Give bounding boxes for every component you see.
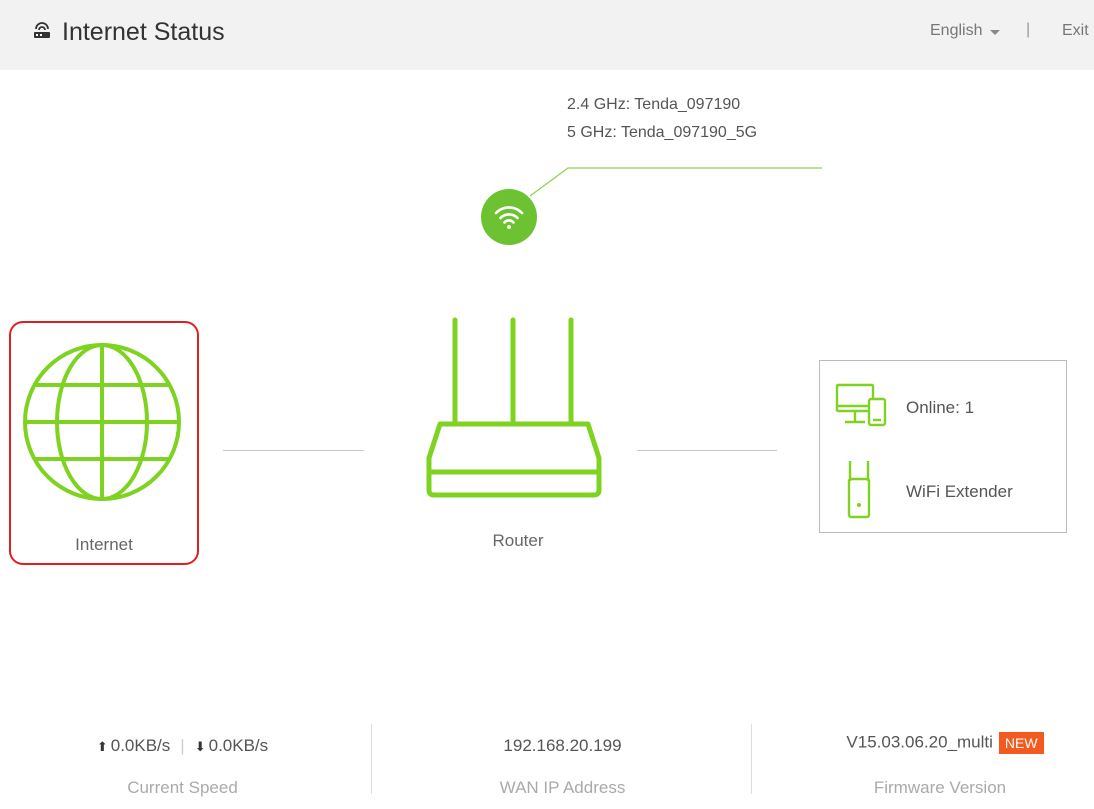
download-speed: 0.0KB/s <box>208 736 269 755</box>
router-devices-line <box>637 450 777 451</box>
chevron-down-icon <box>990 29 1001 35</box>
router-icon <box>426 317 602 498</box>
devices-panel[interactable]: Online: 1 WiFi Extender <box>819 360 1067 533</box>
header-bar: Internet Status English | Exit <box>0 0 1094 70</box>
current-speed-label: Current Speed <box>127 778 238 797</box>
wifi-icon <box>494 206 524 229</box>
firmware-version-value: V15.03.06.20_multi NEW <box>800 732 1090 754</box>
stats-divider-1 <box>371 724 372 794</box>
header-separator: | <box>1026 21 1031 38</box>
speed-separator: | <box>180 736 185 755</box>
stats-divider-2 <box>751 724 752 794</box>
internet-router-line <box>223 450 364 451</box>
exit-link[interactable]: Exit <box>1062 22 1089 40</box>
ssid-connector-line <box>529 167 822 197</box>
firmware-new-badge[interactable]: NEW <box>998 732 1044 754</box>
upload-speed: 0.0KB/s <box>110 736 171 755</box>
firmware-version-label: Firmware Version <box>873 778 1007 797</box>
language-selector[interactable]: English <box>930 22 1001 40</box>
page-title: Internet Status <box>62 17 225 46</box>
wan-ip-value: 192.168.20.199 <box>503 736 622 755</box>
router-icon <box>32 20 52 45</box>
router-label: Router <box>492 531 544 550</box>
wan-ip-label: WAN IP Address <box>499 778 626 797</box>
language-label: English <box>930 22 983 39</box>
header-title-group: Internet Status <box>32 14 225 50</box>
router-node[interactable] <box>424 314 604 500</box>
globe-icon <box>23 343 181 501</box>
online-count-label: Online: 1 <box>906 398 975 417</box>
upload-arrow-icon: ⬆ <box>96 739 108 754</box>
ssid-5ghz: 5 GHz: Tenda_097190_5G <box>567 124 758 141</box>
firmware-version: V15.03.06.20_multi <box>846 732 993 752</box>
ssid-24ghz: 2.4 GHz: Tenda_097190 <box>567 96 741 113</box>
download-arrow-icon: ⬇ <box>194 739 206 754</box>
internet-label: Internet <box>75 535 133 554</box>
internet-node[interactable]: Internet <box>9 321 199 565</box>
devices-icon <box>835 383 887 427</box>
current-speed-value: ⬆ 0.0KB/s | ⬇ 0.0KB/s <box>50 736 315 756</box>
wifi-extender-label: WiFi Extender <box>906 482 1013 501</box>
wifi-status-button[interactable] <box>481 189 537 245</box>
extender-icon <box>847 461 871 519</box>
